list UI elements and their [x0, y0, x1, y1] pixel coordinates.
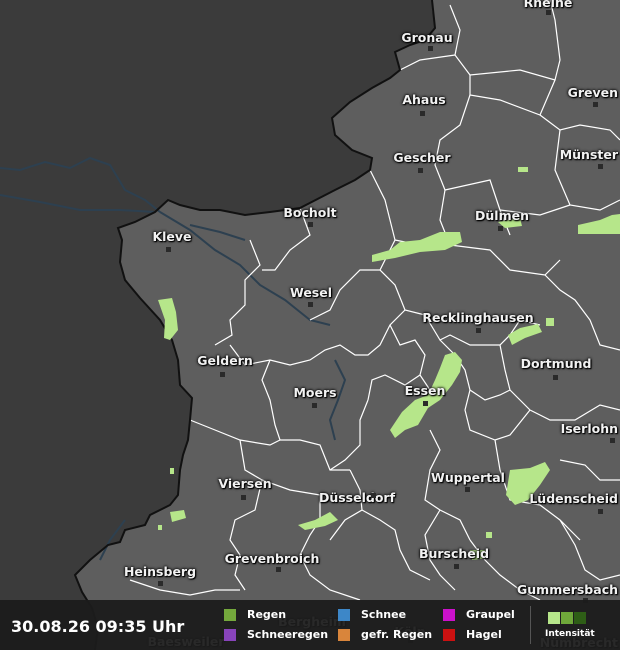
city-marker: [420, 111, 425, 116]
legend-label-regen: Regen: [247, 608, 287, 621]
city-marker: [371, 493, 376, 498]
city-marker: [454, 564, 459, 569]
legend-swatch-schneeregen: [224, 629, 236, 641]
intensity-label: Intensität: [545, 629, 595, 639]
city-label: Kleve: [152, 229, 192, 244]
city-marker: [308, 222, 313, 227]
city-marker: [476, 328, 481, 333]
city-label: Münster: [559, 147, 618, 162]
city-label: Gronau: [401, 30, 453, 45]
city-label: Dülmen: [475, 208, 529, 223]
city-marker: [598, 164, 603, 169]
city-marker: [593, 102, 598, 107]
city-marker: [241, 495, 246, 500]
legend-swatch-hagel: [443, 629, 455, 641]
city-marker: [428, 46, 433, 51]
city-marker: [220, 372, 225, 377]
legend-label-hagel: Hagel: [466, 628, 502, 641]
intensity-swatch-medium: [561, 612, 573, 624]
city-marker: [553, 375, 558, 380]
legend-swatch-regen: [224, 609, 236, 621]
city-marker: [166, 247, 171, 252]
city-label: Essen: [404, 383, 446, 398]
city-marker: [465, 487, 470, 492]
city-marker: [423, 401, 428, 406]
city-label: Lüdenscheid: [529, 491, 618, 506]
city-label: Wesel: [289, 285, 333, 300]
radar-map[interactable]: Rheine Gronau Ahaus Greven Gescher Münster Boc…: [0, 0, 620, 650]
legend-divider: [530, 606, 531, 644]
legend-swatch-schnee: [338, 609, 350, 621]
city-marker: [158, 581, 163, 586]
legend-swatch-gefr-regen: [338, 629, 350, 641]
city-marker: [610, 438, 615, 443]
city-label: Grevenbroich: [224, 551, 320, 566]
legend-label-schnee: Schnee: [361, 608, 407, 621]
city-marker: [312, 403, 317, 408]
city-label: Bocholt: [283, 205, 337, 220]
legend-swatch-graupel: [443, 609, 455, 621]
city-label: Düsseldorf: [318, 490, 396, 505]
city-label: Burscheid: [418, 546, 490, 561]
intensity-swatch-light: [548, 612, 560, 624]
city-label: Recklinghausen: [422, 310, 534, 325]
city-label: Heinsberg: [123, 564, 197, 579]
city-marker: [546, 10, 551, 15]
legend-bar: 30.08.26 09:35 Uhr Regen Schnee Graupel …: [0, 600, 620, 650]
city-marker: [418, 168, 423, 173]
city-label: Viersen: [218, 476, 272, 491]
city-label: Moers: [293, 385, 337, 400]
city-label: Dortmund: [520, 356, 592, 371]
legend-label-gefr-regen: gefr. Regen: [361, 628, 433, 641]
intensity-swatch-heavy: [574, 612, 586, 624]
city-marker: [276, 567, 281, 572]
city-label: Rheine: [523, 0, 573, 10]
city-marker: [498, 226, 503, 231]
timestamp: 30.08.26 09:35 Uhr: [11, 617, 185, 636]
city-label: Wuppertal: [431, 470, 505, 485]
city-label: Gummersbach: [517, 582, 618, 597]
city-label: Greven: [567, 85, 618, 100]
city-label: Ahaus: [402, 92, 446, 107]
city-label: Gescher: [393, 150, 451, 165]
city-label: Iserlohn: [560, 421, 618, 436]
city-marker: [308, 302, 313, 307]
legend-label-schneeregen: Schneeregen: [247, 628, 329, 641]
city-marker: [598, 509, 603, 514]
city-label: Geldern: [197, 353, 253, 368]
legend-label-graupel: Graupel: [466, 608, 515, 621]
